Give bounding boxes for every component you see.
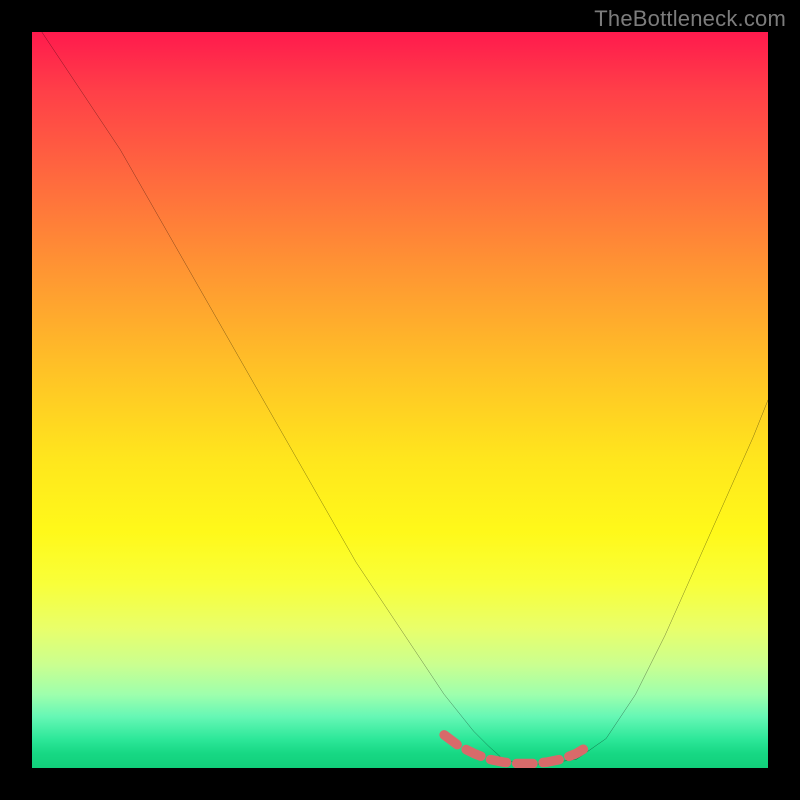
bottleneck-curve bbox=[32, 32, 768, 764]
plot-area bbox=[32, 32, 768, 768]
curve-svg bbox=[32, 32, 768, 768]
watermark-text: TheBottleneck.com bbox=[594, 6, 786, 32]
chart-stage: TheBottleneck.com bbox=[0, 0, 800, 800]
highlight-band bbox=[444, 735, 591, 764]
